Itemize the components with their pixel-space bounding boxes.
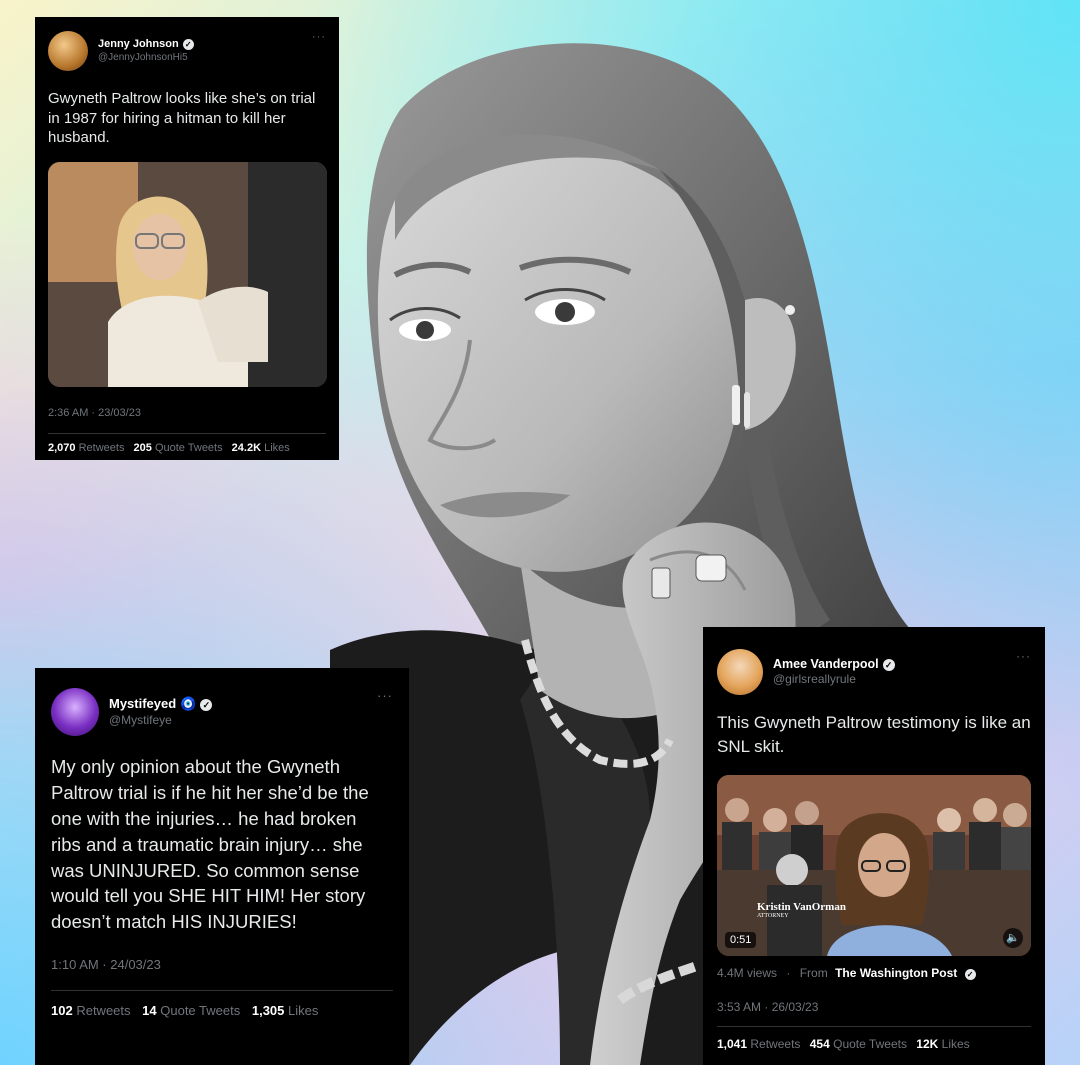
- tweet-text: This Gwyneth Paltrow testimony is like a…: [717, 713, 1031, 756]
- video-info: 4.4M views · From The Washington Post ✓: [717, 966, 1031, 980]
- separator-dot: ·: [786, 965, 791, 980]
- divider: [717, 1025, 1031, 1027]
- retweets-stat[interactable]: 102 Retweets: [51, 1003, 131, 1018]
- avatar[interactable]: [717, 649, 763, 695]
- tweet-card-jenny-johnson[interactable]: Jenny Johnson ✓ @JennyJohnsonHi5 ··· Gwy…: [35, 17, 339, 460]
- author-handle[interactable]: @Mystifeye: [109, 713, 212, 728]
- verified-badge-icon: ✓: [182, 39, 194, 51]
- courtroom-video-frame: [717, 774, 1031, 956]
- video-caption-role: ATTORNEY: [757, 912, 789, 919]
- divider: [51, 990, 393, 992]
- author-handle[interactable]: @JennyJohnsonHi5: [98, 52, 194, 65]
- tweet-card-amee-vanderpool[interactable]: Amee Vanderpool ✓ @girlsreallyrule ··· T…: [703, 627, 1045, 1065]
- verified-badge-icon: ✓: [200, 698, 213, 711]
- author-name[interactable]: Amee Vanderpool ✓: [773, 657, 895, 673]
- verified-badge-icon: ✓: [964, 968, 976, 980]
- tweet-header: Jenny Johnson ✓ @JennyJohnsonHi5 ···: [48, 31, 326, 71]
- more-options-icon[interactable]: ···: [1016, 649, 1031, 663]
- nazar-eye-emoji: 🧿: [180, 696, 197, 712]
- tweet-card-mystifeyed[interactable]: Mystifeyed 🧿 ✓ @Mystifeye ··· My only op…: [35, 668, 409, 1065]
- video-duration: 0:51: [725, 931, 757, 948]
- view-count: 4.4M views: [717, 965, 778, 980]
- from-label: From: [799, 965, 828, 980]
- author-handle[interactable]: @girlsreallyrule: [773, 672, 895, 687]
- video-caption-name: Kristin VanOrman: [757, 900, 846, 913]
- retweets-stat[interactable]: 1,041 Retweets: [717, 1037, 800, 1051]
- tweet-stats: 1,041 Retweets 454 Quote Tweets 12K Like…: [717, 1037, 1031, 1051]
- author-name[interactable]: Mystifeyed 🧿 ✓: [109, 696, 213, 712]
- quote-tweets-stat[interactable]: 205 Quote Tweets: [134, 442, 223, 454]
- quote-tweets-stat[interactable]: 14 Quote Tweets: [142, 1003, 240, 1018]
- source-link[interactable]: The Washington Post: [835, 966, 957, 980]
- video-caption: Kristin VanOrman ATTORNEY: [757, 901, 846, 919]
- likes-stat[interactable]: 1,305 Likes: [252, 1003, 319, 1018]
- avatar[interactable]: [48, 31, 88, 71]
- avatar[interactable]: [51, 688, 99, 736]
- mute-icon[interactable]: 🔈: [1003, 927, 1023, 948]
- tweet-text: Gwyneth Paltrow looks like she’s on tria…: [48, 90, 316, 146]
- verified-badge-icon: ✓: [882, 658, 895, 671]
- tweet-stats: 2,070 Retweets 205 Quote Tweets 24.2K Li…: [48, 442, 326, 454]
- tweet-timestamp[interactable]: 3:53 AM · 26/03/23: [717, 1000, 1031, 1014]
- divider: [48, 432, 326, 434]
- tweet-header: Mystifeyed 🧿 ✓ @Mystifeye ···: [51, 688, 393, 736]
- likes-stat[interactable]: 12K Likes: [916, 1037, 969, 1051]
- tweet-header: Amee Vanderpool ✓ @girlsreallyrule ···: [717, 649, 1031, 695]
- more-options-icon[interactable]: ···: [377, 688, 393, 703]
- tweet-stats: 102 Retweets 14 Quote Tweets 1,305 Likes: [51, 1003, 393, 1018]
- tweet-text: My only opinion about the Gwyneth Paltro…: [51, 756, 369, 933]
- tweet-photo[interactable]: [48, 161, 327, 387]
- likes-stat[interactable]: 24.2K Likes: [232, 442, 290, 454]
- author-name[interactable]: Jenny Johnson ✓: [98, 38, 194, 52]
- tweet-timestamp[interactable]: 2:36 AM · 23/03/23: [48, 407, 326, 419]
- retweets-stat[interactable]: 2,070 Retweets: [48, 442, 124, 454]
- tweet-video[interactable]: Kristin VanOrman ATTORNEY 0:51 🔈: [717, 774, 1031, 956]
- courtroom-photo: [48, 161, 327, 387]
- quote-tweets-stat[interactable]: 454 Quote Tweets: [810, 1037, 907, 1051]
- tweet-timestamp[interactable]: 1:10 AM · 24/03/23: [51, 957, 393, 972]
- more-options-icon[interactable]: ···: [312, 31, 326, 43]
